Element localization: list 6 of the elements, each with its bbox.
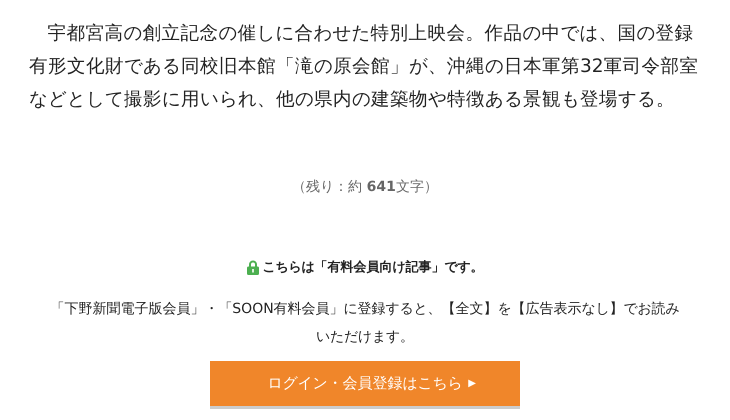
login-register-button[interactable]: ログイン・会員登録はこちら ▶ [210, 361, 520, 406]
article-paragraph: 宇都宮高の創立記念の催しに合わせた特別上映会。作品の中では、国の登録有形文化財である同校旧本館「滝の原会館」が、沖縄の日本軍第32軍司令部室などとして撮影に用いられ、他の県内の建築物や特徴ある景観も登場する。 [29, 22, 700, 112]
subscription-description: 「下野新聞電子版会員」・「SOON有料会員」に登録すると、【全文】を【広告表示なし】でお読みいただけます。 [49, 300, 681, 347]
lock-icon [246, 260, 258, 274]
members-only-notice: こちらは「有料会員向け記事」です。 [262, 259, 484, 276]
remaining-characters: （残り：約 641文字） [292, 178, 438, 196]
